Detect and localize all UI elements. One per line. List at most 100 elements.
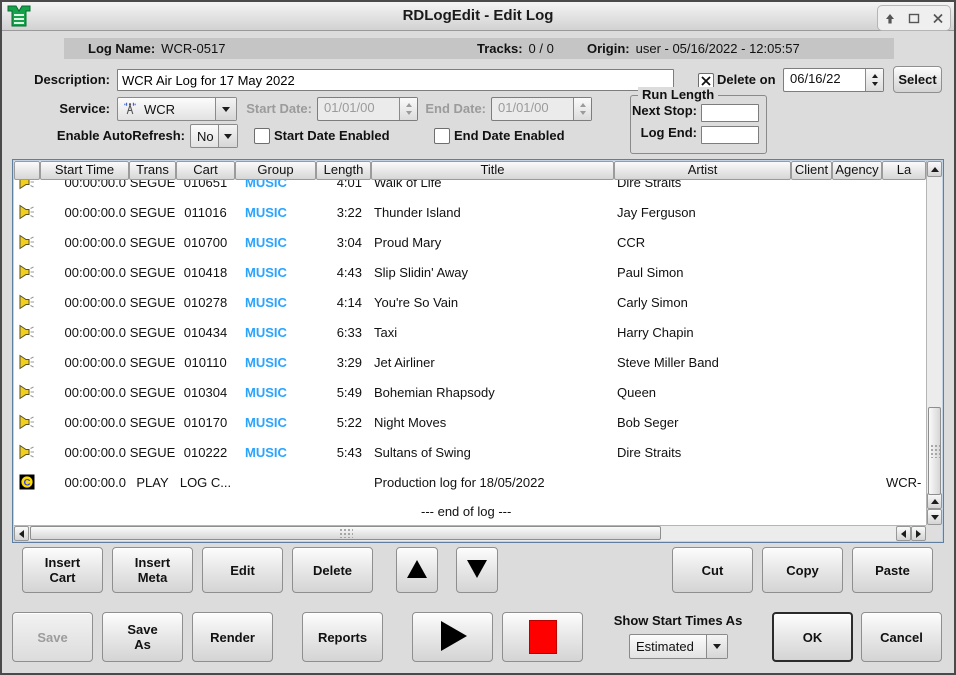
tracks-label: Tracks:	[477, 41, 523, 56]
table-row[interactable]: 00:00:00.0SEGUE011016MUSIC3:22Thunder Is…	[14, 197, 926, 227]
edit-button[interactable]: Edit	[202, 547, 283, 593]
cell-artist: CCR	[614, 235, 791, 250]
end-date-spinbox[interactable]: 01/01/00	[491, 97, 592, 121]
rdlogedit-window: RDLogEdit - Edit Log Log Name:WCR-0517 T…	[0, 0, 956, 675]
scroll-down-button[interactable]	[927, 509, 942, 525]
column-header-trans[interactable]: Trans	[129, 161, 176, 180]
save-button[interactable]: Save	[12, 612, 93, 662]
cell-group: MUSIC	[235, 415, 316, 430]
column-header-artist[interactable]: Artist	[614, 161, 791, 180]
table-row[interactable]: 00:00:00.0SEGUE010434MUSIC6:33TaxiHarry …	[14, 317, 926, 347]
table-row[interactable]: 00:00:00.0SEGUE010418MUSIC4:43Slip Slidi…	[14, 257, 926, 287]
autorefresh-combobox[interactable]: No	[190, 124, 238, 148]
play-button[interactable]	[412, 612, 493, 662]
column-header-la[interactable]: La	[882, 161, 926, 180]
speaker-icon	[14, 294, 40, 310]
column-header-agency[interactable]: Agency	[832, 161, 882, 180]
scroll-left-button-2[interactable]	[896, 526, 911, 541]
end-date-enabled-checkbox[interactable]	[434, 128, 450, 144]
svg-text:C: C	[24, 477, 31, 488]
vertical-scroll-track[interactable]	[927, 177, 942, 493]
cell-label: WCR-	[882, 475, 926, 490]
cell-cart: 010304	[176, 385, 235, 400]
column-header-length[interactable]: Length	[316, 161, 371, 180]
table-row[interactable]: 00:00:00.0SEGUE010170MUSIC5:22Night Move…	[14, 407, 926, 437]
select-button[interactable]: Select	[893, 66, 942, 93]
shade-button[interactable]	[880, 9, 900, 27]
cell-group: MUSIC	[235, 325, 316, 340]
scroll-left-button[interactable]	[14, 526, 29, 541]
log-end-input[interactable]	[701, 126, 759, 144]
cell-trans: SEGUE	[129, 325, 176, 340]
table-row[interactable]: 00:00:00.0SEGUE010304MUSIC5:49Bohemian R…	[14, 377, 926, 407]
start-date-label: Start Date:	[238, 98, 312, 120]
cell-start: 00:00:00.0	[40, 235, 129, 250]
ok-button[interactable]: OK	[772, 612, 853, 662]
delete-date-spin-buttons[interactable]	[865, 69, 883, 91]
table-row[interactable]: 00:00:00.0SEGUE010700MUSIC3:04Proud Mary…	[14, 227, 926, 257]
log-name-group: Log Name:WCR-0517	[88, 38, 225, 59]
vertical-scrollbar[interactable]	[926, 161, 942, 525]
scroll-up-button[interactable]	[927, 161, 942, 177]
cell-artist: Harry Chapin	[614, 325, 791, 340]
save-as-button[interactable]: Save As	[102, 612, 183, 662]
table-row[interactable]: 00:00:00.0SEGUE010110MUSIC3:29Jet Airlin…	[14, 347, 926, 377]
delete-button[interactable]: Delete	[292, 547, 373, 593]
cell-cart: 010434	[176, 325, 235, 340]
cancel-button[interactable]: Cancel	[861, 612, 942, 662]
horizontal-scroll-track[interactable]	[29, 526, 896, 541]
stop-button[interactable]	[502, 612, 583, 662]
horizontal-scrollbar[interactable]	[14, 525, 926, 541]
cell-start: 00:00:00.0	[40, 445, 129, 460]
scroll-right-button[interactable]	[911, 526, 926, 541]
cell-group: MUSIC	[235, 235, 316, 250]
delete-date-spinbox[interactable]: 06/16/22	[783, 68, 884, 92]
cell-group: MUSIC	[235, 385, 316, 400]
end-of-log-row[interactable]: --- end of log ---	[14, 497, 926, 525]
next-stop-input[interactable]	[701, 104, 759, 122]
run-length-title: Run Length	[638, 87, 718, 102]
column-header-group[interactable]: Group	[235, 161, 316, 180]
move-up-button[interactable]	[396, 547, 438, 593]
table-row[interactable]: 00:00:00.0SEGUE010222MUSIC5:43Sultans of…	[14, 437, 926, 467]
show-start-times-combobox[interactable]: Estimated	[629, 634, 728, 659]
move-down-button[interactable]	[456, 547, 498, 593]
cell-trans: SEGUE	[129, 295, 176, 310]
reports-button[interactable]: Reports	[302, 612, 383, 662]
cut-button[interactable]: Cut	[672, 547, 753, 593]
horizontal-scroll-thumb[interactable]	[30, 526, 661, 540]
column-header-cart[interactable]: Cart	[176, 161, 235, 180]
cell-trans: SEGUE	[129, 205, 176, 220]
start-date-enabled-checkbox[interactable]	[254, 128, 270, 144]
show-start-times-dropdown-arrow[interactable]	[706, 635, 727, 658]
vertical-scroll-thumb[interactable]	[928, 407, 941, 495]
description-input[interactable]	[117, 69, 674, 91]
table-row[interactable]: 00:00:00.0SEGUE010651MUSIC4:01Walk of Li…	[14, 180, 926, 197]
maximize-button[interactable]	[904, 9, 924, 27]
cell-start: 00:00:00.0	[40, 265, 129, 280]
tracks-group: Tracks:0 / 0	[477, 38, 554, 59]
insert-meta-button[interactable]: Insert Meta	[112, 547, 193, 593]
paste-button[interactable]: Paste	[852, 547, 933, 593]
insert-cart-button[interactable]: Insert Cart	[22, 547, 103, 593]
cell-cart: 010110	[176, 355, 235, 370]
scroll-up-button-2[interactable]	[927, 493, 942, 509]
column-header-title[interactable]: Title	[371, 161, 614, 180]
table-row[interactable]: 00:00:00.0SEGUE010278MUSIC4:14You're So …	[14, 287, 926, 317]
column-header-start-time[interactable]: Start Time	[40, 161, 129, 180]
delete-date-value: 06/16/22	[784, 69, 865, 91]
copy-button[interactable]: Copy	[762, 547, 843, 593]
table-row[interactable]: C00:00:00.0PLAYLOG C...Production log fo…	[14, 467, 926, 497]
cell-len: 4:01	[316, 180, 371, 190]
service-dropdown-arrow[interactable]	[215, 98, 236, 120]
autorefresh-dropdown-arrow[interactable]	[218, 125, 237, 147]
render-button[interactable]: Render	[192, 612, 273, 662]
close-button[interactable]	[928, 9, 948, 27]
start-date-spinbox[interactable]: 01/01/00	[317, 97, 418, 121]
cell-cart: LOG C...	[176, 475, 235, 490]
column-header-icon[interactable]	[14, 161, 40, 180]
column-header-client[interactable]: Client	[791, 161, 832, 180]
titlebar[interactable]: RDLogEdit - Edit Log	[2, 2, 954, 31]
service-combobox[interactable]: WCR	[117, 97, 237, 121]
cell-title: Proud Mary	[371, 235, 614, 250]
